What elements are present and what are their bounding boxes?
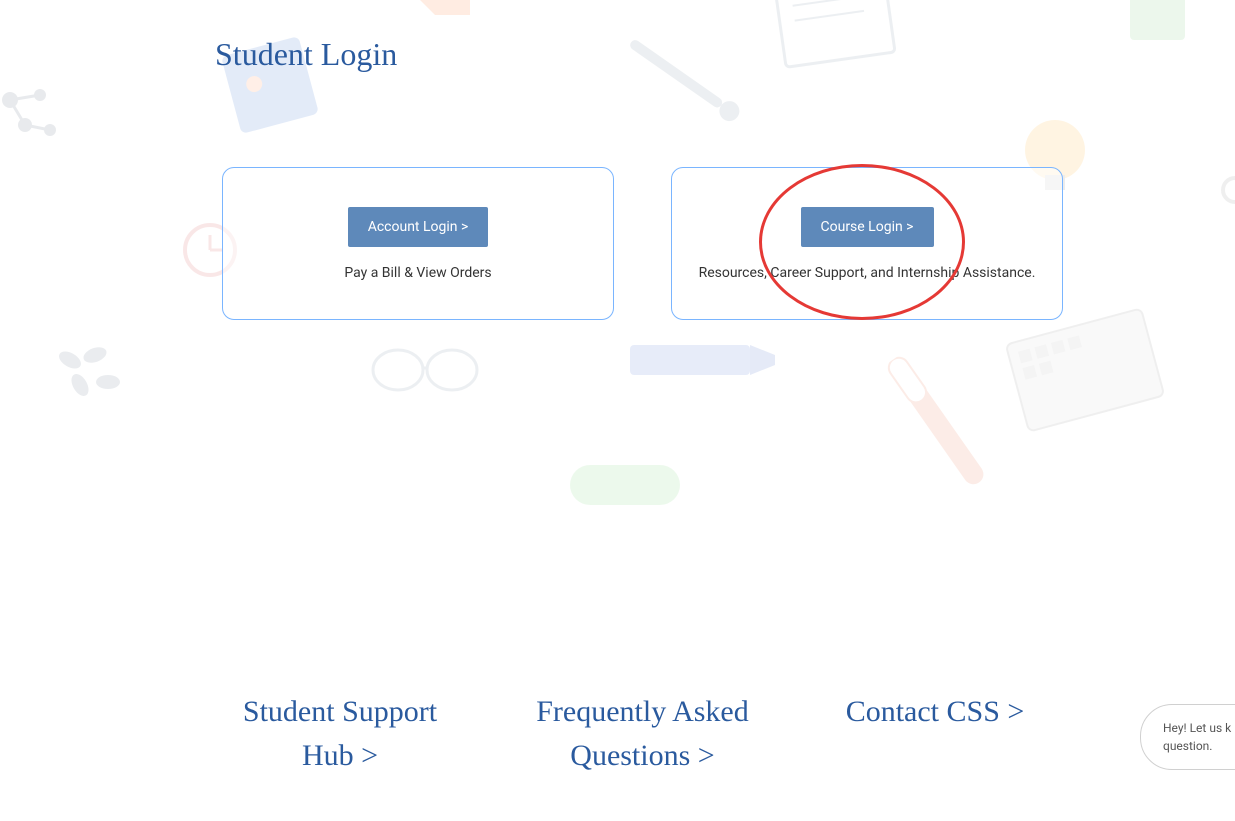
account-login-button[interactable]: Account Login > [348,207,489,247]
student-support-hub-link[interactable]: Student Support Hub > [215,690,465,777]
bg-decoration-molecule-icon [0,80,70,160]
login-cards-container: Account Login > Pay a Bill & View Orders… [222,167,1063,320]
course-card-description: Resources, Career Support, and Internshi… [699,265,1036,281]
faq-link[interactable]: Frequently Asked Questions > [513,690,773,777]
account-login-card: Account Login > Pay a Bill & View Orders [222,167,614,320]
bg-decoration-glasses-icon [370,340,480,400]
bg-decoration-molecule-icon [50,340,130,410]
bg-decoration-thermometer-icon [594,30,746,170]
page-title: Student Login [215,36,397,73]
bg-decoration-testtube-icon [803,348,1007,562]
chat-widget[interactable]: Hey! Let us k question. [1140,704,1235,770]
bg-decoration-eraser-icon [560,450,690,520]
bg-decoration-marker-icon [610,320,790,400]
bg-decoration-pencil-icon [420,0,470,15]
bottom-links-container: Student Support Hub > Frequently Asked Q… [215,690,1050,777]
course-login-card: Course Login > Resources, Career Support… [671,167,1063,320]
bg-decoration-notebook-icon [764,0,907,79]
bg-decoration-box-icon [1125,0,1190,45]
bg-decoration-keyboard-icon [1000,302,1171,437]
contact-css-link[interactable]: Contact CSS > [820,690,1050,777]
bg-decoration-ring-icon [1220,165,1235,215]
account-card-description: Pay a Bill & View Orders [344,265,491,281]
course-login-button[interactable]: Course Login > [801,207,934,247]
